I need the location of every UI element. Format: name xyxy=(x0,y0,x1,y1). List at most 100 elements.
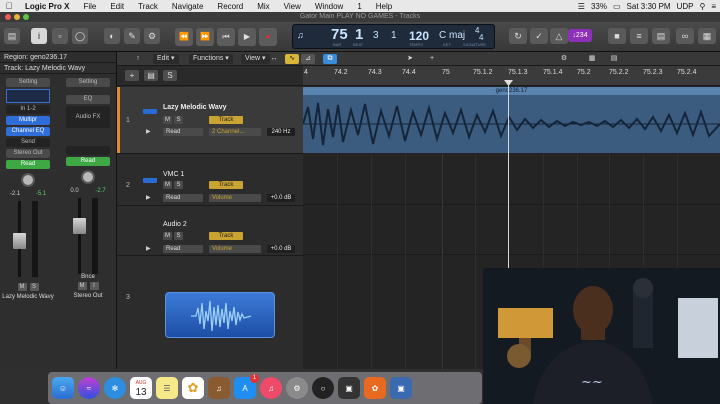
add-track-button[interactable]: + xyxy=(125,70,139,81)
strip1-mute-button[interactable]: M xyxy=(17,283,27,291)
timeline-ruler[interactable]: 4 74.2 74.3 74.4 75 75.1.2 75.1.3 75.1.4… xyxy=(303,66,720,86)
gear-icon[interactable]: ⚙ xyxy=(557,54,571,64)
track-mute-button[interactable]: M xyxy=(163,181,172,189)
automation-icon[interactable]: ⊿ xyxy=(301,54,315,64)
track-solo-button[interactable]: S xyxy=(174,181,183,189)
strip1-setting-button[interactable]: Setting xyxy=(6,78,50,87)
zoom-vertical-icon[interactable]: ▦ xyxy=(585,54,599,64)
automation-mode-select[interactable]: Read xyxy=(163,245,203,253)
go-to-start-icon[interactable]: ⏮ xyxy=(217,28,235,46)
track-solo-button[interactable]: S xyxy=(174,116,183,124)
music-icon[interactable]: ♫ xyxy=(260,377,282,399)
edit-menu[interactable]: Edit ▾ xyxy=(153,54,179,64)
functions-menu[interactable]: Functions ▾ xyxy=(189,54,233,64)
menu-record[interactable]: Record xyxy=(210,2,250,11)
settings-icon[interactable]: ⚙ xyxy=(144,28,160,44)
toolbar-icon[interactable]: ▫ xyxy=(52,28,68,44)
system-preferences-icon[interactable]: ⚙ xyxy=(286,377,308,399)
track-automation-toggle[interactable]: Track xyxy=(209,181,243,189)
track-automation-toggle[interactable]: Track xyxy=(209,116,243,124)
count-in-badge[interactable]: ↓234 xyxy=(568,29,592,42)
solo-icon[interactable]: △ xyxy=(550,28,568,44)
obs-icon[interactable]: ○ xyxy=(312,377,334,399)
automation-mode-select[interactable]: Read xyxy=(163,194,203,202)
zoom-horizontal-icon[interactable]: ▤ xyxy=(607,54,621,64)
menu-app-name[interactable]: Logic Pro X xyxy=(18,2,76,11)
library-icon[interactable]: ▤ xyxy=(4,28,20,44)
track-lane-audio-2[interactable] xyxy=(303,205,720,255)
menu-mix[interactable]: Mix xyxy=(250,2,276,11)
strip1-send-slot[interactable]: Send xyxy=(6,138,50,147)
play-icon[interactable]: ▶ xyxy=(238,28,256,46)
menu-view[interactable]: View xyxy=(277,2,308,11)
strip1-eq-display[interactable] xyxy=(6,89,50,103)
track-header-1[interactable]: 1 Lazy Melodic Wavy M S Track ▶ Read 2 C… xyxy=(117,87,303,154)
track-header-2[interactable]: 2 VMC 1 M S Track ▶ Read Volume +0.0 dB xyxy=(117,154,303,206)
menu-navigate[interactable]: Navigate xyxy=(165,2,211,11)
pointer-tool-icon[interactable]: ➤ xyxy=(403,54,417,64)
battery-icon[interactable]: ▭ xyxy=(613,2,621,11)
mixer-icon[interactable]: ◐ xyxy=(104,28,120,44)
strip2-setting-button[interactable]: Setting xyxy=(66,78,110,87)
strip2-mute-button[interactable]: M xyxy=(77,282,87,290)
track-lane-2[interactable] xyxy=(303,153,720,205)
strip2-volume-fader[interactable] xyxy=(73,218,86,234)
strip2-input-button[interactable]: I xyxy=(89,282,99,290)
forward-icon[interactable]: ⏩ xyxy=(196,28,214,46)
automation-parameter-select[interactable]: Volume xyxy=(209,194,261,202)
track-mute-button[interactable]: M xyxy=(163,232,172,240)
strip1-plugin-multipressor[interactable]: Multipr xyxy=(6,116,50,125)
apple-icon[interactable]:  xyxy=(0,1,18,11)
smart-controls-icon[interactable]: ◯ xyxy=(72,28,88,44)
menu-1[interactable]: 1 xyxy=(350,2,368,11)
track-name[interactable]: Audio 2 xyxy=(163,221,187,228)
disclosure-triangle-icon[interactable]: ▶ xyxy=(146,128,151,135)
menu-help[interactable]: Help xyxy=(369,2,399,11)
app-store-icon[interactable]: A 1 xyxy=(234,374,259,399)
photos-icon[interactable]: ✿ xyxy=(182,377,204,399)
strip2-automation-mode[interactable]: Read xyxy=(66,157,110,166)
track-solo-toggle[interactable]: S xyxy=(163,70,177,81)
disclosure-triangle-icon[interactable]: ▶ xyxy=(146,245,151,252)
strip1-input-slot[interactable]: In 1-2 xyxy=(6,105,50,114)
loop-browser-icon[interactable]: ∞ xyxy=(676,28,694,44)
spotlight-icon[interactable]: ⚲ xyxy=(699,2,705,11)
strip1-volume-fader[interactable] xyxy=(13,233,26,249)
record-icon[interactable]: ● xyxy=(259,28,277,46)
automation-parameter-select[interactable]: Volume xyxy=(209,245,261,253)
notification-icon[interactable]: ≡ xyxy=(711,2,716,11)
rewind-icon[interactable]: ⏪ xyxy=(175,28,193,46)
strip1-pan-knob[interactable] xyxy=(21,173,35,187)
automation-value[interactable]: 240 Hz xyxy=(267,128,295,136)
snap-icon[interactable]: ⧉ xyxy=(323,54,337,64)
list-editors-icon[interactable]: ≡ xyxy=(630,28,648,44)
menu-track[interactable]: Track xyxy=(131,2,165,11)
strip2-output-slot[interactable] xyxy=(66,146,110,155)
strip1-automation-mode[interactable]: Read xyxy=(6,160,50,169)
inspector-icon[interactable]: i xyxy=(31,28,47,44)
disclosure-triangle-icon[interactable]: ▶ xyxy=(146,194,151,201)
siri-icon[interactable]: ≈ xyxy=(78,377,100,399)
flex-icon[interactable]: ∿ xyxy=(285,54,299,64)
browser-icon[interactable]: ▦ xyxy=(698,28,716,44)
pencil-tool-icon[interactable]: + xyxy=(425,54,439,64)
menu-edit[interactable]: Edit xyxy=(103,2,131,11)
automation-parameter-select[interactable]: 2 Channel... xyxy=(209,128,261,136)
track-mute-button[interactable]: M xyxy=(163,116,172,124)
track-automation-toggle[interactable]: Track xyxy=(209,232,243,240)
strip2-audio-fx-slot[interactable]: Audio FX xyxy=(66,106,110,128)
track-inspector-header[interactable]: Track: Lazy Melodic Wavy xyxy=(0,63,116,74)
audio-file-drop-icon[interactable] xyxy=(165,292,275,338)
strip2-pan-knob[interactable] xyxy=(81,170,95,184)
calendar-icon[interactable]: AUG 13 xyxy=(130,377,152,399)
editors-icon[interactable]: ✎ xyxy=(124,28,140,44)
clock[interactable]: Sat 3:30 PM xyxy=(627,2,671,11)
strip1-output-slot[interactable]: Stereo Out xyxy=(6,149,50,158)
region-inspector-header[interactable]: Region: geno236.17 xyxy=(0,52,116,63)
automation-mode-select[interactable]: Read xyxy=(163,128,203,136)
global-tracks-button[interactable]: ▤ xyxy=(144,70,158,81)
cycle-icon[interactable]: ↻ xyxy=(509,28,527,44)
view-menu[interactable]: View ▾ xyxy=(241,54,270,64)
fl-studio-icon[interactable]: ✿ xyxy=(364,377,386,399)
automation-value[interactable]: +0.0 dB xyxy=(267,194,295,202)
